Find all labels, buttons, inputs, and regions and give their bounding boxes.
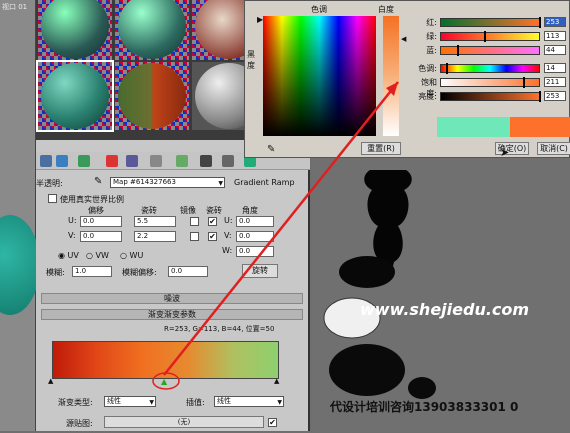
watermark: www.shejiedu.com bbox=[360, 300, 530, 319]
contact-text: 代设计培训咨询13903833301 0 bbox=[330, 400, 519, 414]
annotation-circle bbox=[152, 372, 180, 390]
annotation-overlay bbox=[152, 81, 399, 390]
annotation-arrow bbox=[163, 81, 399, 376]
